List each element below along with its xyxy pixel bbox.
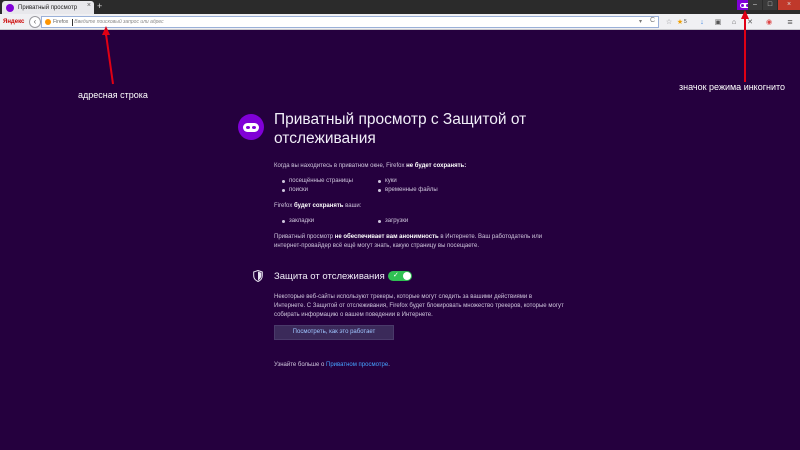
tab-strip: Приватный просмотр × + – □ × [0,0,800,14]
toggle-knob [403,272,411,280]
list-item: закладки [281,217,314,226]
minimize-button[interactable]: – [748,0,762,10]
learn-more-text: Узнайте больше о Приватном просмотре. [274,361,564,370]
check-icon: ✓ [393,272,399,279]
list-item: загрузки [377,217,408,226]
tracking-protection-description: Некоторые веб-сайты используют трекеры, … [274,294,564,318]
window-controls: – □ × [747,0,800,10]
private-icon-annotation: значок режима инкогнито [679,82,786,92]
warning-text-start: Приватный просмотр [274,234,335,240]
list-item: куки [377,177,397,186]
intro-text-bold: не будет сохранять: [406,163,467,169]
pocket-icon[interactable]: ◉ [764,17,774,27]
private-mask-icon [6,3,14,12]
reader-icon[interactable]: ▣ [713,17,723,27]
intro-text-start: Когда вы находитесь в приватном окне, Fi… [274,163,407,169]
warning-text-bold: не обеспечивает вам анонимность [334,234,439,240]
saved-text-end: ваши: [343,203,362,209]
home-icon[interactable]: ⌂ [729,17,739,27]
saved-text: Firefox будет сохранять ваши: [274,202,564,211]
history-dropdown-icon[interactable]: ▾ [639,18,642,25]
private-browsing-link[interactable]: Приватном просмотре [326,362,388,368]
tab-private-browsing[interactable]: Приватный просмотр × [2,1,94,14]
shield-icon [253,270,263,282]
text-caret [72,18,74,26]
list-item: поиски [281,186,308,195]
counter-badge: 5 [684,19,687,25]
saved-text-start: Firefox [274,203,295,209]
see-how-it-works-button[interactable]: Посмотреть, как это работает [274,325,394,340]
tracking-protection-toggle[interactable]: ✓ [388,271,412,281]
tracking-protection-title: Защита от отслеживания [274,271,385,282]
tab-close-icon[interactable]: × [87,2,91,9]
close-window-button[interactable]: × [778,0,800,10]
address-bar-annotation: адресная строка [78,90,148,100]
list-item: посещённые страницы [281,177,353,186]
private-browsing-logo [238,114,264,140]
maximize-button[interactable]: □ [763,0,777,10]
firefox-icon [45,19,51,25]
navigation-toolbar: Яндекс ‹ Firefox Введите поисковый запро… [0,14,800,30]
url-input[interactable]: Введите поисковый запрос или адрес [74,19,163,25]
back-button[interactable]: ‹ [29,16,41,28]
learn-more-start: Узнайте больше о [274,362,327,368]
learn-more-end: . [388,362,390,368]
yandex-logo[interactable]: Яндекс [3,16,24,28]
list-item: временные файлы [377,186,438,195]
tab-title: Приватный просмотр [18,4,78,11]
download-icon[interactable]: ↓ [697,17,707,27]
private-mask-icon [243,122,259,132]
page-title: Приватный просмотр с Защитой от отслежив… [274,111,527,147]
intro-text: Когда вы находитесь в приватном окне, Fi… [274,162,564,171]
reload-icon[interactable]: C [650,17,655,24]
address-bar[interactable]: Firefox Введите поисковый запрос или адр… [41,16,659,28]
address-bar-arrow [105,33,114,85]
anonymity-warning: Приватный просмотр не обеспечивает вам а… [274,233,564,251]
new-tab-button[interactable]: + [97,1,102,12]
menu-icon[interactable]: ≡ [785,17,795,27]
private-icon-arrow [744,18,746,82]
bookmark-icon[interactable]: ☆ [664,17,674,27]
identity-label[interactable]: Firefox [53,19,68,25]
saved-text-bold: будет сохранять [294,203,344,209]
